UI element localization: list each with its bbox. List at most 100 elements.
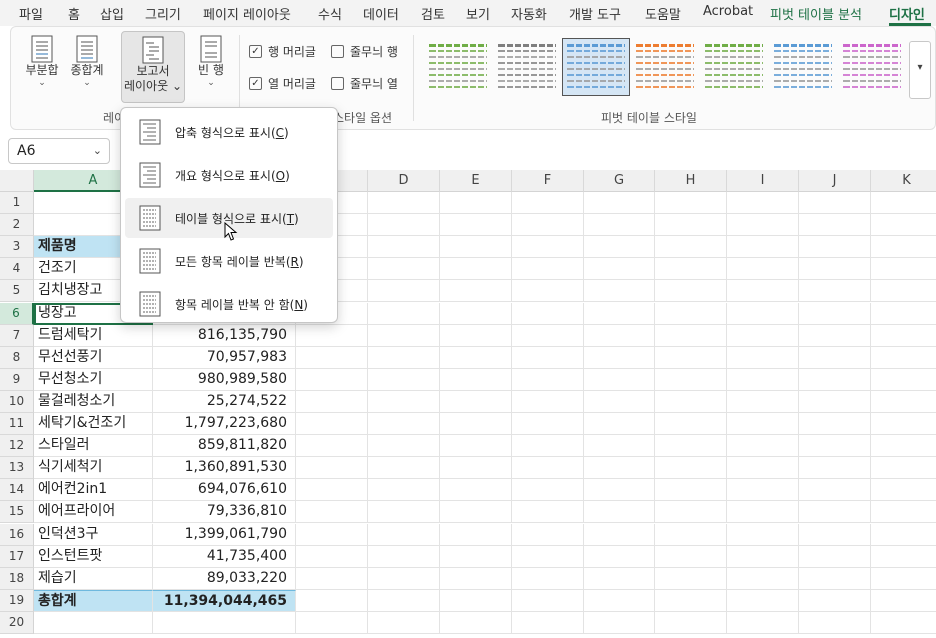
grid-cell[interactable] — [727, 214, 799, 237]
grid-cell[interactable] — [655, 214, 727, 237]
grid-cell[interactable] — [440, 479, 512, 502]
grid-cell[interactable] — [368, 214, 440, 237]
pivot-style-thumb[interactable] — [425, 39, 491, 95]
grid-cell[interactable] — [368, 523, 440, 546]
report-layout-button[interactable]: 보고서 레이아웃 ⌄ — [121, 31, 185, 103]
product-name-cell[interactable]: 제습기 — [34, 567, 153, 590]
grid-cell[interactable] — [440, 214, 512, 237]
grid-cell[interactable] — [584, 457, 655, 480]
grid-cell[interactable] — [871, 435, 936, 458]
grid-cell[interactable] — [512, 236, 584, 259]
column-header[interactable]: J — [799, 170, 871, 192]
grid-cell[interactable] — [727, 457, 799, 480]
grid-cell[interactable] — [296, 567, 368, 590]
grid-cell[interactable] — [584, 435, 655, 458]
grid-cell[interactable] — [727, 589, 799, 612]
grid-cell[interactable] — [512, 192, 584, 214]
grid-cell[interactable] — [799, 324, 871, 347]
tab-design[interactable]: 디자인 — [889, 4, 925, 23]
column-header[interactable]: D — [368, 170, 440, 192]
grid-cell[interactable] — [368, 280, 440, 303]
grid-cell[interactable] — [368, 567, 440, 590]
grid-cell[interactable] — [799, 258, 871, 281]
sales-value-cell[interactable]: 1,797,223,680 — [153, 413, 296, 435]
grid-cell[interactable] — [799, 567, 871, 590]
grid-cell[interactable] — [440, 236, 512, 259]
grid-cell[interactable] — [584, 545, 655, 568]
column-header[interactable]: H — [655, 170, 727, 192]
tab-data[interactable]: 데이터 — [363, 4, 399, 23]
grid-cell[interactable] — [655, 611, 727, 634]
row-header[interactable]: 6 — [0, 302, 34, 325]
column-header[interactable]: F — [512, 170, 584, 192]
grid-cell[interactable] — [440, 413, 512, 435]
grid-cell[interactable] — [584, 611, 655, 634]
tab-formulas[interactable]: 수식 — [318, 4, 342, 23]
grid-cell[interactable] — [440, 567, 512, 590]
grid-cell[interactable] — [799, 302, 871, 325]
grid-cell[interactable] — [871, 258, 936, 281]
grand-total-label-cell[interactable]: 총합계 — [34, 589, 153, 612]
grid-cell[interactable] — [296, 390, 368, 413]
outline-form-item[interactable]: 개요 형식으로 표시(O) — [125, 155, 333, 195]
grid-cell[interactable] — [296, 435, 368, 458]
row-header[interactable]: 3 — [0, 236, 34, 259]
row-header[interactable]: 16 — [0, 523, 34, 546]
grid-cell[interactable] — [871, 524, 936, 546]
sales-value-cell[interactable]: 816,135,790 — [153, 324, 296, 347]
grid-cell[interactable] — [871, 280, 936, 303]
sales-value-cell[interactable]: 41,735,400 — [153, 545, 296, 568]
sales-value-cell[interactable]: 980,989,580 — [153, 368, 296, 391]
tab-automate[interactable]: 자동화 — [511, 4, 547, 23]
grid-cell[interactable] — [727, 346, 799, 369]
grid-cell[interactable] — [368, 545, 440, 568]
sales-value-cell[interactable]: 1,360,891,530 — [153, 457, 296, 480]
row-header[interactable]: 1 — [0, 192, 34, 214]
grid-cell[interactable] — [727, 280, 799, 303]
grid-cell[interactable] — [871, 590, 936, 612]
grid-cell[interactable] — [440, 501, 512, 524]
grid-cell[interactable] — [799, 457, 871, 480]
chevron-down-icon[interactable]: ⌄ — [93, 144, 102, 157]
product-name-cell[interactable]: 드럼세탁기 — [34, 324, 153, 347]
tab-review[interactable]: 검토 — [421, 4, 445, 23]
grid-cell[interactable] — [296, 346, 368, 369]
subtotal-button[interactable]: 부분합 ⌄ — [21, 35, 63, 99]
grid-cell[interactable] — [440, 346, 512, 369]
grid-cell[interactable] — [799, 435, 871, 458]
grid-cell[interactable] — [871, 214, 936, 237]
grid-cell[interactable] — [512, 567, 584, 590]
grid-cell[interactable] — [512, 258, 584, 281]
grid-cell[interactable] — [296, 589, 368, 612]
sales-value-cell[interactable]: 70,957,983 — [153, 346, 296, 369]
grid-cell[interactable] — [368, 302, 440, 325]
grid-cell[interactable] — [727, 611, 799, 634]
row-header[interactable]: 13 — [0, 457, 34, 480]
grid-cell[interactable] — [799, 589, 871, 612]
grid-cell[interactable] — [584, 280, 655, 303]
row-header[interactable]: 19 — [0, 589, 34, 612]
grand-total-value-cell[interactable]: 11,394,044,465 — [153, 589, 296, 612]
grid-cell[interactable] — [655, 236, 727, 259]
product-name-cell[interactable]: 무선청소기 — [34, 368, 153, 391]
grid-cell[interactable] — [512, 589, 584, 612]
column-header[interactable]: I — [727, 170, 799, 192]
grid-cell[interactable] — [871, 568, 936, 590]
row-header[interactable]: 10 — [0, 390, 34, 413]
grid-cell[interactable] — [871, 413, 936, 435]
grid-cell[interactable] — [727, 413, 799, 435]
grid-cell[interactable] — [368, 479, 440, 502]
grid-cell[interactable] — [584, 413, 655, 435]
grid-cell[interactable] — [655, 589, 727, 612]
grid-cell[interactable] — [296, 501, 368, 524]
grid-cell[interactable] — [296, 324, 368, 347]
grid-cell[interactable] — [368, 258, 440, 281]
grid-cell[interactable] — [871, 325, 936, 347]
grid-cell[interactable] — [440, 390, 512, 413]
grid-cell[interactable] — [512, 545, 584, 568]
grid-cell[interactable] — [727, 236, 799, 259]
grid-cell[interactable] — [440, 523, 512, 546]
repeat-labels-item[interactable]: 모든 항목 레이블 반복(R) — [125, 241, 333, 281]
grid-cell[interactable] — [368, 368, 440, 391]
row-header[interactable]: 17 — [0, 545, 34, 568]
